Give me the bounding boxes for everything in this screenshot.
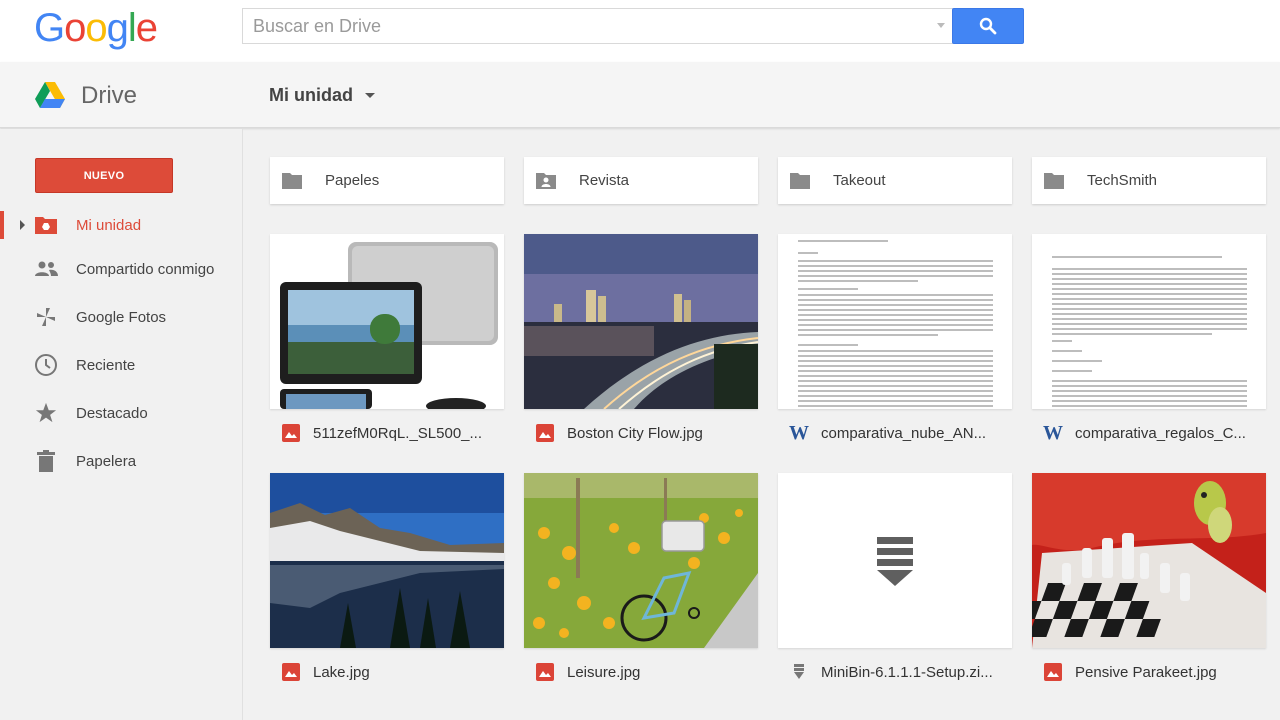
file-thumbnail <box>1032 234 1266 409</box>
folder-name: Takeout <box>833 172 886 189</box>
file-item[interactable]: Lake.jpg <box>270 473 504 691</box>
sidebar-item-label: Destacado <box>76 404 148 422</box>
sidebar-item-shared-with-me[interactable]: Compartido conmigo <box>0 249 243 289</box>
clock-icon <box>34 353 58 377</box>
folder-name: Papeles <box>325 172 380 189</box>
sidebar-item-google-photos[interactable]: Google Fotos <box>0 297 243 337</box>
sidebar-item-starred[interactable]: Destacado <box>0 393 243 433</box>
file-info: 511zefM0RqL._SL500_... <box>282 422 504 444</box>
image-file-icon <box>536 424 554 442</box>
app-bar: Drive Mi unidad <box>0 62 1280 128</box>
drive-logo-icon[interactable] <box>35 82 65 113</box>
folder-item[interactable]: Revista <box>524 157 758 204</box>
sidebar-item-my-drive[interactable]: Mi unidad <box>0 205 243 245</box>
sidebar-item-recent[interactable]: Reciente <box>0 345 243 385</box>
sidebar-item-label: Mi unidad <box>76 216 142 234</box>
file-item[interactable]: Leisure.jpg <box>524 473 758 691</box>
logo-letter: o <box>85 6 107 50</box>
logo-letter: o <box>64 6 86 50</box>
word-doc-icon: W <box>1043 421 1063 444</box>
sidebar-item-label: Compartido conmigo <box>76 260 215 278</box>
folder-icon <box>790 173 810 189</box>
file-item[interactable]: W comparativa_nube_AN... <box>778 234 1012 452</box>
file-item[interactable]: MiniBin-6.1.1.1-Setup.zi... <box>778 473 1012 691</box>
new-button[interactable]: NUEVO <box>35 158 173 193</box>
folder-item[interactable]: Takeout <box>778 157 1012 204</box>
search-options-dropdown[interactable] <box>937 23 945 28</box>
file-thumbnail <box>270 473 504 648</box>
file-item[interactable]: Boston City Flow.jpg <box>524 234 758 452</box>
file-name: comparativa_regalos_C... <box>1075 424 1246 442</box>
folder-name: TechSmith <box>1087 172 1158 189</box>
sidebar-item-label: Reciente <box>76 356 136 374</box>
file-name: MiniBin-6.1.1.1-Setup.zi... <box>821 663 993 681</box>
image-file-icon <box>282 663 300 681</box>
file-info: Boston City Flow.jpg <box>536 422 758 444</box>
sidebar: NUEVO Mi unidad Compartido conmigo Googl… <box>0 129 243 720</box>
folder-icon <box>282 173 302 189</box>
file-name: comparativa_nube_AN... <box>821 424 987 442</box>
logo-letter: G <box>34 6 65 50</box>
logo-letter: e <box>135 6 158 50</box>
folder-name: Revista <box>579 172 630 189</box>
file-name: Leisure.jpg <box>567 663 641 681</box>
file-info: W comparativa_nube_AN... <box>789 421 1012 444</box>
search-icon <box>979 17 997 35</box>
google-logo[interactable]: Google <box>34 4 158 52</box>
file-name: Pensive Parakeet.jpg <box>1075 663 1217 681</box>
file-thumbnail <box>1032 473 1266 648</box>
image-file-icon <box>1044 663 1062 681</box>
location-label: Mi unidad <box>269 85 353 105</box>
app-name: Drive <box>81 82 138 109</box>
folder-item[interactable]: Papeles <box>270 157 504 204</box>
shared-folder-icon <box>536 173 556 189</box>
search-box <box>242 8 953 44</box>
shared-people-icon <box>34 257 58 281</box>
folder-item[interactable]: TechSmith <box>1032 157 1266 204</box>
sidebar-item-label: Papelera <box>76 452 137 470</box>
file-thumbnail <box>778 234 1012 409</box>
sidebar-item-label: Google Fotos <box>76 308 167 326</box>
file-info: Leisure.jpg <box>536 661 758 683</box>
expand-arrow-icon[interactable] <box>20 220 25 230</box>
top-bar: Google <box>0 0 1280 62</box>
file-info: MiniBin-6.1.1.1-Setup.zi... <box>790 661 1012 683</box>
file-info: Pensive Parakeet.jpg <box>1044 661 1266 683</box>
archive-file-icon <box>790 663 808 681</box>
file-thumbnail <box>778 473 1012 648</box>
file-name: Lake.jpg <box>313 663 370 681</box>
word-doc-icon: W <box>789 421 809 444</box>
logo-letter: g <box>106 6 129 50</box>
file-thumbnail <box>270 234 504 409</box>
file-info: W comparativa_regalos_C... <box>1043 421 1266 444</box>
image-file-icon <box>536 663 554 681</box>
chevron-down-icon <box>365 93 375 98</box>
file-name: 511zefM0RqL._SL500_... <box>313 424 483 442</box>
file-thumbnail <box>524 473 758 648</box>
star-icon <box>34 401 58 425</box>
my-drive-icon <box>34 213 58 237</box>
file-item[interactable]: 511zefM0RqL._SL500_... <box>270 234 504 452</box>
search-button[interactable] <box>952 8 1024 44</box>
folder-icon <box>1044 173 1064 189</box>
trash-icon <box>34 449 58 473</box>
logo-letter: l <box>127 6 137 50</box>
location-dropdown[interactable]: Mi unidad <box>269 85 375 106</box>
file-item[interactable]: Pensive Parakeet.jpg <box>1032 473 1266 691</box>
file-thumbnail <box>524 234 758 409</box>
photos-pinwheel-icon <box>34 305 58 329</box>
file-name: Boston City Flow.jpg <box>567 424 703 442</box>
sidebar-item-trash[interactable]: Papelera <box>0 441 243 481</box>
search-input[interactable] <box>243 9 923 43</box>
file-item[interactable]: W comparativa_regalos_C... <box>1032 234 1266 452</box>
image-file-icon <box>282 424 300 442</box>
active-indicator <box>0 211 4 239</box>
file-info: Lake.jpg <box>282 661 504 683</box>
